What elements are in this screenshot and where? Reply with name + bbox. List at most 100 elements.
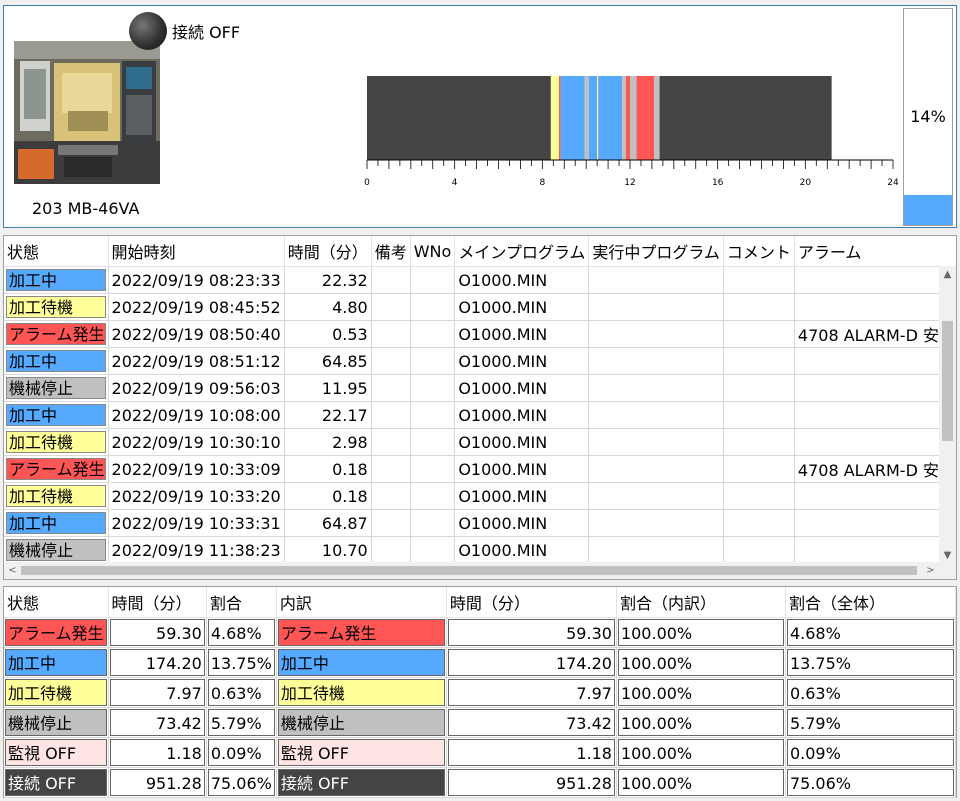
log-cell-start[interactable]: 2022/09/19 10:33:20: [108, 482, 285, 510]
summary-cell-ratio[interactable]: 5.79%: [206, 707, 277, 738]
log-state-cell[interactable]: 加工待機: [4, 428, 109, 456]
log-cell-start[interactable]: 2022/09/19 10:08:00: [108, 401, 285, 429]
summary-cell-total-ratio[interactable]: 75.06%: [785, 767, 957, 798]
summary-cell-detail-minutes[interactable]: 73.42: [446, 707, 617, 738]
log-cell-minutes[interactable]: 0.18: [284, 482, 372, 510]
log-cell-alarm[interactable]: [794, 266, 940, 294]
log-column-header-8[interactable]: アラーム: [794, 236, 940, 267]
log-cell-running[interactable]: [588, 509, 724, 537]
table-row[interactable]: 加工中 2022/09/19 08:51:12 64.85 O1000.MIN: [4, 347, 940, 375]
log-cell-wno[interactable]: [410, 536, 456, 564]
summary-cell-detail-minutes[interactable]: 1.18: [446, 737, 617, 768]
summary-row[interactable]: アラーム発生 59.30 4.68% アラーム発生 59.30 100.00% 4.68%: [4, 617, 957, 648]
summary-cell-minutes[interactable]: 1.18: [108, 737, 207, 768]
log-cell-minutes[interactable]: 0.53: [284, 320, 372, 348]
log-cell-minutes[interactable]: 4.80: [284, 293, 372, 321]
log-cell-start[interactable]: 2022/09/19 09:56:03: [108, 374, 285, 402]
summary-cell-detail[interactable]: 監視 OFF: [276, 737, 447, 768]
summary-row[interactable]: 加工中 174.20 13.75% 加工中 174.20 100.00% 13.75%: [4, 647, 957, 678]
log-cell-note[interactable]: [371, 347, 411, 375]
log-cell-start[interactable]: 2022/09/19 10:33:31: [108, 509, 285, 537]
log-cell-alarm[interactable]: [794, 293, 940, 321]
summary-cell-total-ratio[interactable]: 0.09%: [785, 737, 957, 768]
log-cell-alarm[interactable]: [794, 428, 940, 456]
table-row[interactable]: 機械停止 2022/09/19 11:38:23 10.70 O1000.MIN: [4, 536, 940, 564]
log-cell-main[interactable]: O1000.MIN: [454, 347, 590, 375]
log-cell-comment[interactable]: [723, 347, 795, 375]
log-cell-note[interactable]: [371, 482, 411, 510]
table-row[interactable]: 加工待機 2022/09/19 10:33:20 0.18 O1000.MIN: [4, 482, 940, 510]
summary-column-header-5[interactable]: 割合（内訳）: [616, 587, 786, 618]
summary-cell-detail-ratio[interactable]: 100.00%: [616, 767, 786, 798]
summary-cell-minutes[interactable]: 59.30: [108, 617, 207, 648]
log-cell-comment[interactable]: [723, 455, 795, 483]
log-cell-wno[interactable]: [410, 509, 456, 537]
log-cell-wno[interactable]: [410, 401, 456, 429]
log-cell-running[interactable]: [588, 266, 724, 294]
log-cell-wno[interactable]: [410, 455, 456, 483]
log-cell-wno[interactable]: [410, 347, 456, 375]
log-state-cell[interactable]: 加工中: [4, 347, 109, 375]
log-cell-minutes[interactable]: 22.32: [284, 266, 372, 294]
summary-cell-detail-ratio[interactable]: 100.00%: [616, 737, 786, 768]
scroll-right-icon[interactable]: >: [922, 562, 939, 579]
summary-row[interactable]: 監視 OFF 1.18 0.09% 監視 OFF 1.18 100.00% 0.09%: [4, 737, 957, 768]
scroll-up-icon[interactable]: ▲: [939, 266, 956, 283]
log-state-cell[interactable]: アラーム発生: [4, 320, 109, 348]
log-cell-alarm[interactable]: [794, 347, 940, 375]
log-cell-main[interactable]: O1000.MIN: [454, 320, 590, 348]
log-cell-wno[interactable]: [410, 320, 456, 348]
log-cell-minutes[interactable]: 0.18: [284, 455, 372, 483]
log-cell-alarm[interactable]: [794, 482, 940, 510]
log-cell-running[interactable]: [588, 401, 724, 429]
summary-cell-detail-minutes[interactable]: 7.97: [446, 677, 617, 708]
summary-cell-state[interactable]: 機械停止: [4, 707, 109, 738]
vertical-scroll-thumb[interactable]: [942, 321, 953, 441]
log-cell-running[interactable]: [588, 428, 724, 456]
summary-cell-ratio[interactable]: 0.63%: [206, 677, 277, 708]
summary-cell-detail[interactable]: 加工待機: [276, 677, 447, 708]
log-cell-note[interactable]: [371, 455, 411, 483]
log-cell-alarm[interactable]: 4708 ALARM-D 安全: [794, 320, 940, 348]
log-column-header-0[interactable]: 状態: [4, 236, 109, 267]
table-row[interactable]: 機械停止 2022/09/19 09:56:03 11.95 O1000.MIN: [4, 374, 940, 402]
summary-cell-state[interactable]: 加工中: [4, 647, 109, 678]
log-cell-alarm[interactable]: [794, 509, 940, 537]
log-column-header-4[interactable]: WNo: [410, 236, 456, 267]
summary-row[interactable]: 接続 OFF 951.28 75.06% 接続 OFF 951.28 100.00% 75.…: [4, 767, 957, 798]
summary-cell-minutes[interactable]: 7.97: [108, 677, 207, 708]
log-cell-minutes[interactable]: 10.70: [284, 536, 372, 564]
log-column-header-6[interactable]: 実行中プログラム: [588, 236, 724, 267]
log-cell-note[interactable]: [371, 374, 411, 402]
log-cell-note[interactable]: [371, 509, 411, 537]
log-cell-running[interactable]: [588, 536, 724, 564]
log-cell-running[interactable]: [588, 455, 724, 483]
table-row[interactable]: 加工中 2022/09/19 10:33:31 64.87 O1000.MIN: [4, 509, 940, 537]
log-column-header-3[interactable]: 備考: [371, 236, 411, 267]
log-cell-main[interactable]: O1000.MIN: [454, 482, 590, 510]
log-cell-note[interactable]: [371, 293, 411, 321]
log-cell-note[interactable]: [371, 428, 411, 456]
log-cell-comment[interactable]: [723, 536, 795, 564]
log-cell-comment[interactable]: [723, 401, 795, 429]
log-state-cell[interactable]: 機械停止: [4, 374, 109, 402]
log-cell-running[interactable]: [588, 320, 724, 348]
table-row[interactable]: 加工待機 2022/09/19 10:30:10 2.98 O1000.MIN: [4, 428, 940, 456]
log-cell-alarm[interactable]: [794, 374, 940, 402]
log-cell-main[interactable]: O1000.MIN: [454, 293, 590, 321]
log-cell-minutes[interactable]: 64.87: [284, 509, 372, 537]
table-row[interactable]: アラーム発生 2022/09/19 08:50:40 0.53 O1000.MIN 47…: [4, 320, 940, 348]
log-state-cell[interactable]: アラーム発生: [4, 455, 109, 483]
table-row[interactable]: アラーム発生 2022/09/19 10:33:09 0.18 O1000.MIN 47…: [4, 455, 940, 483]
table-row[interactable]: 加工中 2022/09/19 08:23:33 22.32 O1000.MIN: [4, 266, 940, 294]
log-cell-comment[interactable]: [723, 428, 795, 456]
log-cell-start[interactable]: 2022/09/19 10:30:10: [108, 428, 285, 456]
summary-cell-state[interactable]: 接続 OFF: [4, 767, 109, 798]
summary-row[interactable]: 機械停止 73.42 5.79% 機械停止 73.42 100.00% 5.79%: [4, 707, 957, 738]
summary-cell-ratio[interactable]: 0.09%: [206, 737, 277, 768]
log-cell-alarm[interactable]: 4708 ALARM-D 安全: [794, 455, 940, 483]
summary-cell-detail-ratio[interactable]: 100.00%: [616, 617, 786, 648]
log-cell-main[interactable]: O1000.MIN: [454, 455, 590, 483]
summary-cell-detail-ratio[interactable]: 100.00%: [616, 677, 786, 708]
summary-cell-total-ratio[interactable]: 5.79%: [785, 707, 957, 738]
